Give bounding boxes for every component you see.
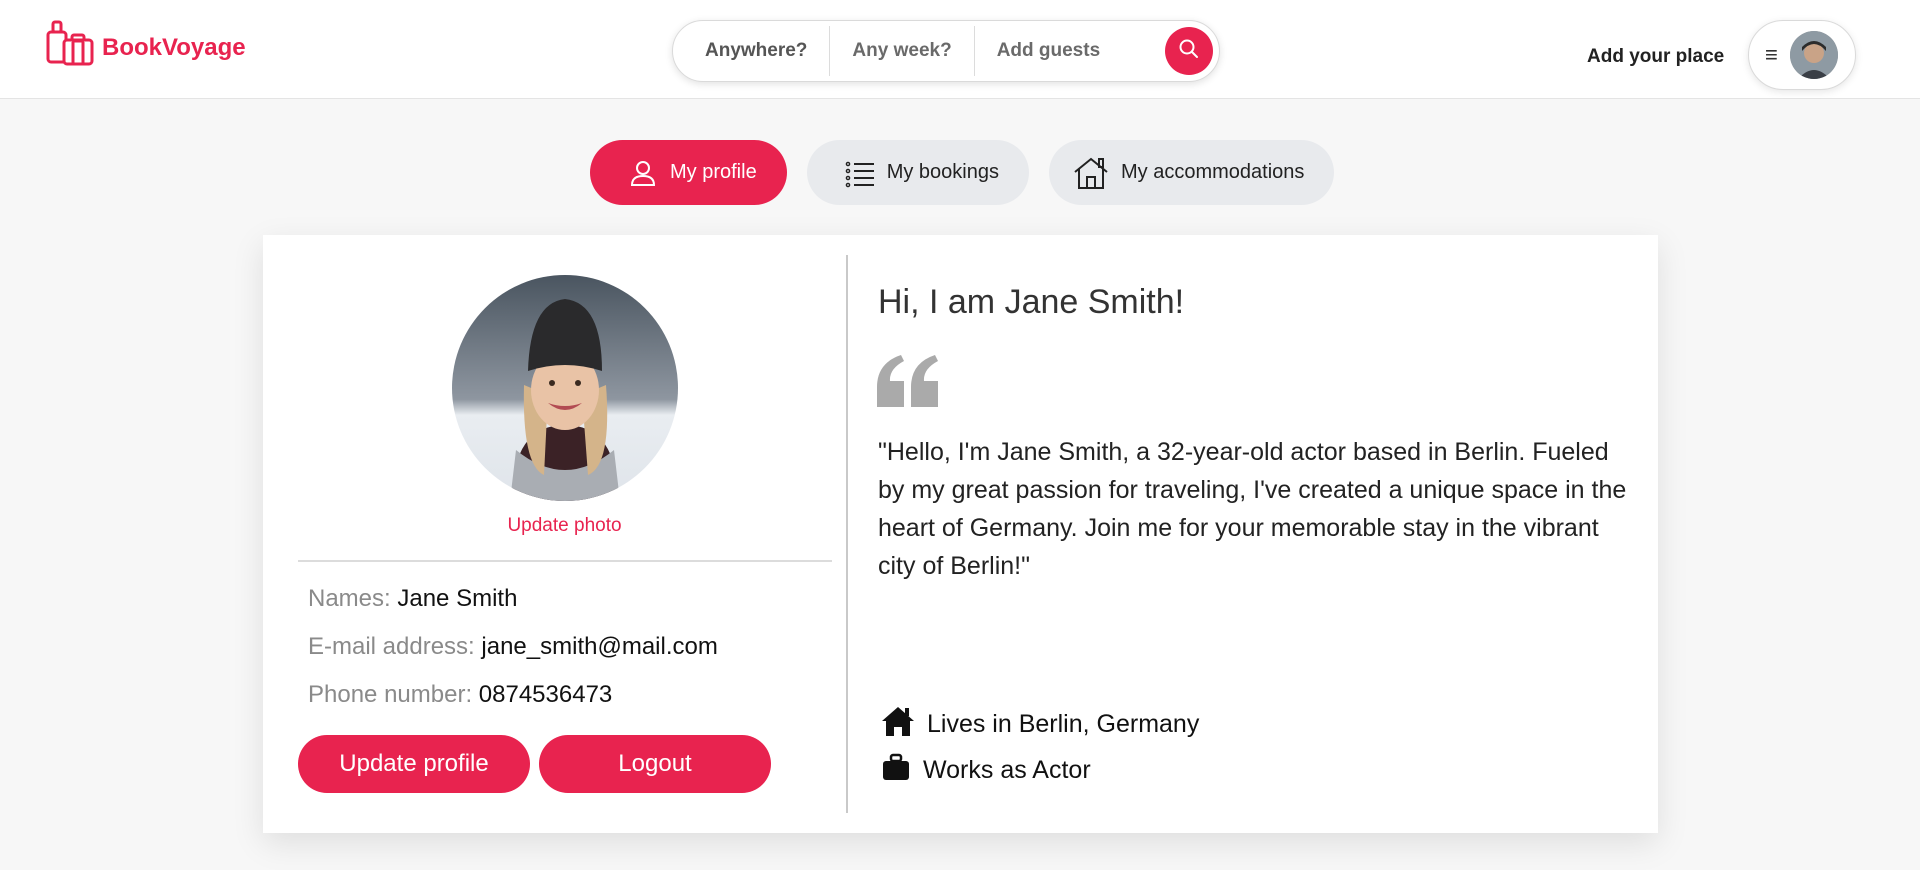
house-icon [1073, 156, 1109, 190]
greeting-heading: Hi, I am Jane Smith! [878, 283, 1185, 321]
lives-in-text: Lives in Berlin, Germany [927, 710, 1200, 738]
tab-my-profile[interactable]: My profile [590, 140, 787, 205]
profile-tabs: My profile My bookings My accommodations [590, 140, 1335, 205]
phone-field: Phone number: 0874536473 [308, 681, 612, 709]
field-label: E-mail address: [308, 633, 475, 660]
hamburger-menu-icon: ≡ [1765, 42, 1778, 67]
search-guests[interactable]: Add guests [975, 30, 1122, 72]
search-where[interactable]: Anywhere? [673, 30, 829, 72]
works-as-row: Works as Actor [881, 753, 1091, 788]
profile-card: Update photo Names: Jane Smith E-mail ad… [263, 235, 1658, 833]
tab-my-accommodations[interactable]: My accommodations [1048, 140, 1335, 205]
divider [298, 560, 832, 562]
works-as-text: Works as Actor [923, 756, 1091, 784]
tab-label: My bookings [886, 161, 999, 183]
field-value: Jane Smith [397, 585, 518, 612]
field-label: Phone number: [308, 681, 473, 708]
name-field: Names: Jane Smith [308, 585, 517, 613]
search-button[interactable] [1165, 27, 1213, 75]
profile-photo [452, 275, 678, 501]
suitcase-logo-icon [46, 20, 96, 75]
top-header: BookVoyage Anywhere? Any week? Add guest… [0, 0, 1920, 99]
avatar [1789, 31, 1838, 79]
update-profile-button[interactable]: Update profile [298, 735, 530, 793]
list-icon [845, 158, 875, 188]
quote-icon [875, 353, 941, 414]
briefcase-icon [881, 753, 911, 788]
field-label: Names: [308, 585, 391, 612]
tab-label: My profile [670, 161, 757, 183]
update-photo-link[interactable]: Update photo [263, 515, 866, 537]
search-bar: Anywhere? Any week? Add guests [672, 20, 1220, 82]
brand-name: BookVoyage [102, 33, 246, 61]
logout-button[interactable]: Logout [539, 735, 771, 793]
field-value: jane_smith@mail.com [481, 633, 718, 660]
email-field: E-mail address: jane_smith@mail.com [308, 633, 718, 661]
lives-in-row: Lives in Berlin, Germany [881, 705, 1199, 744]
profile-left-column: Update photo Names: Jane Smith E-mail ad… [263, 235, 846, 833]
field-value: 0874536473 [478, 681, 613, 708]
logo[interactable]: BookVoyage [46, 20, 246, 75]
bio-text: "Hello, I'm Jane Smith, a 32-year-old ac… [878, 438, 1627, 580]
search-icon [1178, 38, 1200, 65]
search-when[interactable]: Any week? [830, 30, 973, 72]
tab-my-bookings[interactable]: My bookings [806, 140, 1029, 205]
add-your-place-link[interactable]: Add your place [1587, 46, 1724, 68]
tab-label: My accommodations [1120, 161, 1305, 183]
column-divider [846, 255, 848, 813]
home-icon [881, 705, 915, 744]
user-icon [628, 158, 658, 188]
user-menu-button[interactable]: ≡ [1748, 20, 1856, 90]
